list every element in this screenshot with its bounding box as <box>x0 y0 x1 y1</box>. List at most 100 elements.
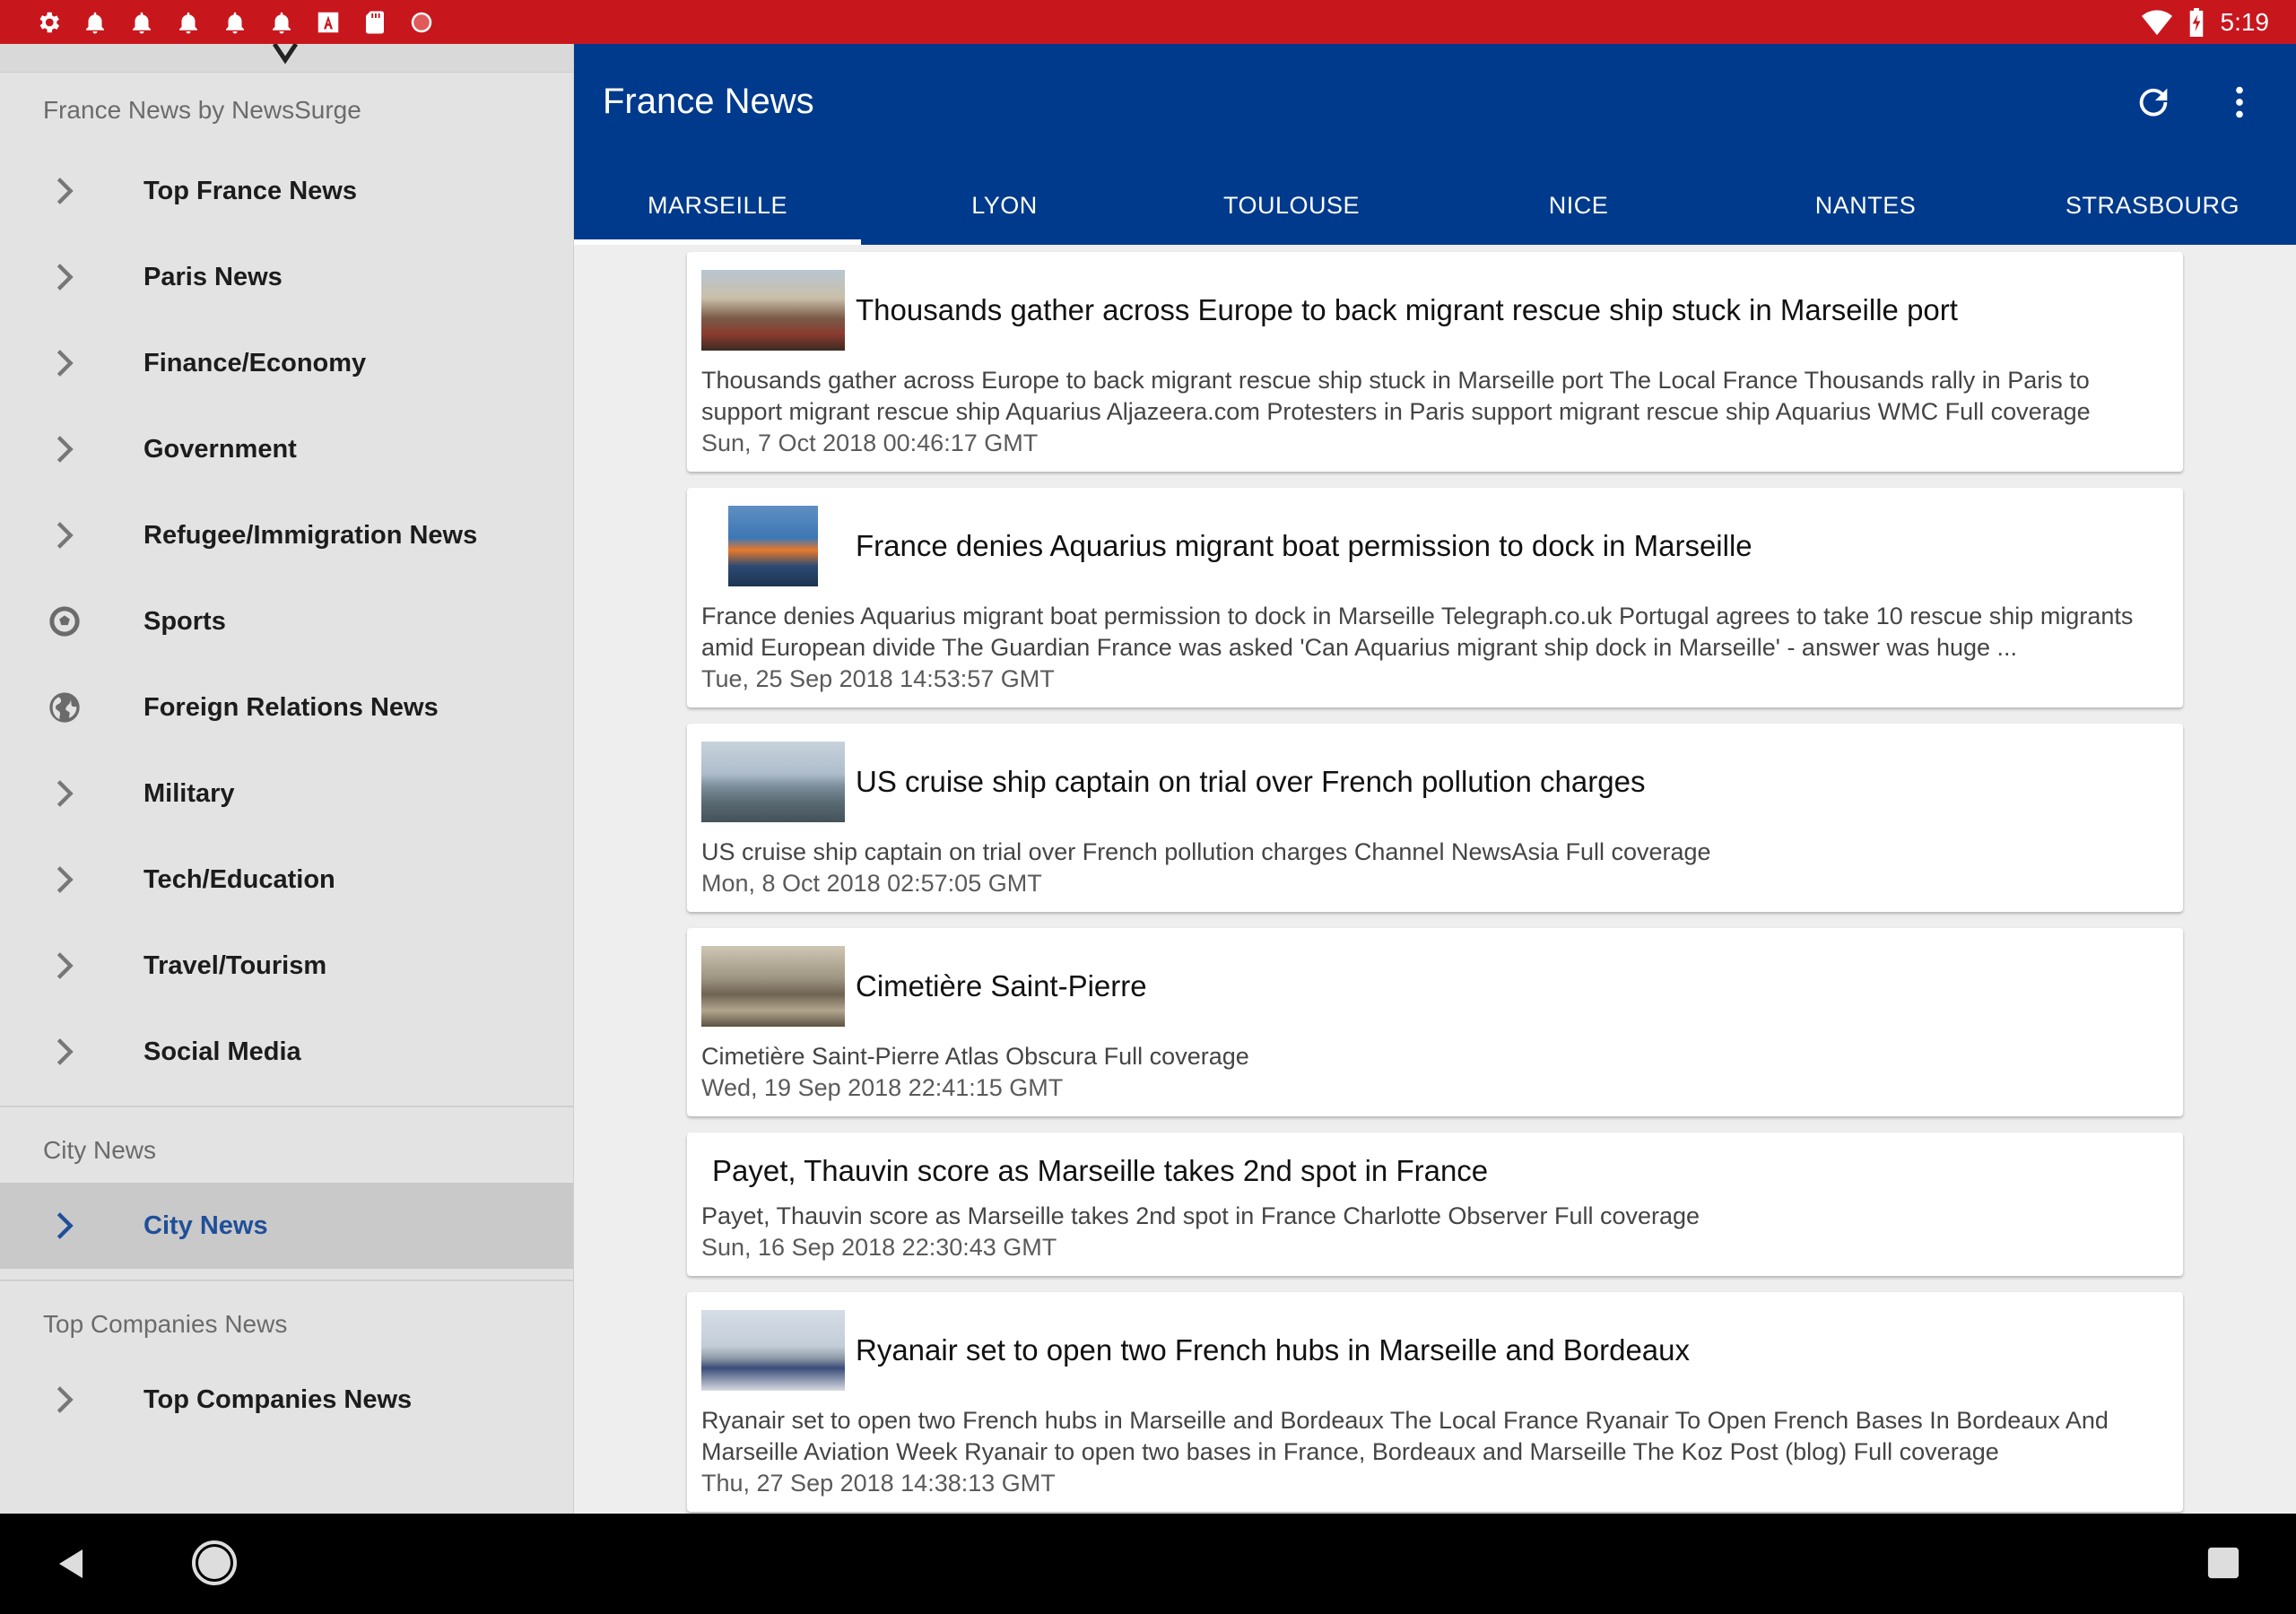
drawer-item-travel-tourism[interactable]: Travel/Tourism <box>0 923 573 1009</box>
tab-strasbourg[interactable]: STRASBOURG <box>2009 166 2296 245</box>
chevron-right-icon <box>43 169 86 213</box>
bell-icon <box>81 8 109 37</box>
drawer-item-social-media[interactable]: Social Media <box>0 1009 573 1095</box>
article-thumbnail <box>701 270 845 351</box>
drawer-divider <box>0 1106 573 1107</box>
refresh-icon[interactable] <box>2133 82 2174 123</box>
drawer-section-city: City News <box>43 1136 157 1164</box>
chevron-down-icon[interactable] <box>269 44 301 67</box>
news-card[interactable]: US cruise ship captain on trial over Fre… <box>687 724 2183 912</box>
article-date: Wed, 19 Sep 2018 22:41:15 GMT <box>701 1074 1064 1101</box>
news-card[interactable]: France denies Aquarius migrant boat perm… <box>687 488 2183 707</box>
drawer-item-label: Sports <box>144 606 226 636</box>
drawer-item-label: Government <box>144 434 297 464</box>
article-title: France denies Aquarius migrant boat perm… <box>856 529 1752 563</box>
clock: 5:19 <box>2220 7 2270 36</box>
drawer-item-military[interactable]: Military <box>0 751 573 837</box>
system-nav-bar <box>0 1514 2296 1614</box>
drawer-item-label: Top Companies News <box>144 1384 413 1414</box>
chevron-right-icon <box>43 514 86 557</box>
drawer-item-finance-economy[interactable]: Finance/Economy <box>0 320 573 406</box>
bell-icon <box>127 8 156 37</box>
tab-lyon[interactable]: LYON <box>861 166 1148 245</box>
article-title: Thousands gather across Europe to back m… <box>856 293 1958 327</box>
chevron-right-icon <box>43 342 86 385</box>
article-thumbnail <box>701 1310 845 1391</box>
news-card[interactable]: Thousands gather across Europe to back m… <box>687 252 2183 472</box>
article-thumbnail <box>728 506 818 586</box>
globe-icon <box>43 686 86 729</box>
drawer-item-refugee-immigration-news[interactable]: Refugee/Immigration News <box>0 492 573 578</box>
recents-icon[interactable] <box>2206 1546 2240 1580</box>
article-title: Payet, Thauvin score as Marseille takes … <box>712 1154 1489 1188</box>
drawer-item-label: Finance/Economy <box>144 348 367 377</box>
article-date: Sun, 7 Oct 2018 00:46:17 GMT <box>701 430 1039 456</box>
article-date: Tue, 25 Sep 2018 14:53:57 GMT <box>701 665 1055 692</box>
article-date: Mon, 8 Oct 2018 02:57:05 GMT <box>701 870 1042 897</box>
drawer-item-label: Foreign Relations News <box>144 692 439 722</box>
drawer-item-label: Social Media <box>144 1037 301 1066</box>
drawer-item-top-france-news[interactable]: Top France News <box>0 148 573 234</box>
article-summary: Cimetière Saint-Pierre Atlas Obscura Ful… <box>701 1043 1249 1070</box>
tab-nantes[interactable]: NANTES <box>1722 166 2009 245</box>
drawer-item-label: Military <box>144 778 235 808</box>
bell-icon <box>221 8 249 37</box>
drawer-item-foreign-relations-news[interactable]: Foreign Relations News <box>0 664 573 751</box>
app-bar: France News MARSEILLE LYON TOULOUSE NICE NAN… <box>574 44 2296 245</box>
article-thumbnail <box>701 946 845 1027</box>
chevron-right-icon <box>43 1378 86 1421</box>
article-summary: France denies Aquarius migrant boat perm… <box>701 603 2134 661</box>
font-a-icon <box>314 8 343 37</box>
news-card[interactable]: Ryanair set to open two French hubs in M… <box>687 1292 2183 1512</box>
article-summary: US cruise ship captain on trial over Fre… <box>701 838 1711 865</box>
tab-nice[interactable]: NICE <box>1435 166 1722 245</box>
record-icon <box>407 8 436 37</box>
drawer-section-companies: Top Companies News <box>43 1310 288 1338</box>
back-icon[interactable] <box>54 1546 90 1582</box>
article-title: US cruise ship captain on trial over Fre… <box>856 765 1646 799</box>
system-status: 5:19 <box>2141 7 2270 37</box>
drawer-item-label: Refugee/Immigration News <box>144 520 478 550</box>
drawer-item-label: Top France News <box>144 176 357 205</box>
drawer-item-sports[interactable]: Sports <box>0 578 573 664</box>
article-summary: Payet, Thauvin score as Marseille takes … <box>701 1202 1700 1229</box>
article-title: Ryanair set to open two French hubs in M… <box>856 1333 1691 1367</box>
news-card[interactable]: Payet, Thauvin score as Marseille takes … <box>687 1132 2183 1276</box>
soccer-ball-icon <box>43 600 86 643</box>
tab-toulouse[interactable]: TOULOUSE <box>1148 166 1435 245</box>
status-bar: 5:19 <box>0 0 2296 44</box>
drawer-divider <box>0 1280 573 1281</box>
drawer-item-city-news[interactable]: City News <box>0 1183 573 1269</box>
drawer-item-paris-news[interactable]: Paris News <box>0 234 573 320</box>
city-tabs: MARSEILLE LYON TOULOUSE NICE NANTES STRASBOUR… <box>574 166 2296 245</box>
article-summary: Ryanair set to open two French hubs in M… <box>701 1407 2109 1465</box>
drawer-header-strip <box>0 44 573 73</box>
battery-charging-icon <box>2189 7 2203 37</box>
wifi-icon <box>2141 9 2172 35</box>
chevron-right-icon <box>43 256 86 299</box>
news-feed[interactable]: Thousands gather across Europe to back m… <box>574 245 2296 1514</box>
tab-marseille[interactable]: MARSEILLE <box>574 166 861 245</box>
bell-icon <box>174 8 203 37</box>
drawer-section-title: France News by NewsSurge <box>43 96 361 124</box>
drawer-item-tech-education[interactable]: Tech/Education <box>0 837 573 923</box>
article-summary: Thousands gather across Europe to back m… <box>701 367 2091 425</box>
drawer-item-top-companies-news[interactable]: Top Companies News <box>0 1357 573 1443</box>
article-title: Cimetière Saint-Pierre <box>856 969 1147 1003</box>
notification-icons <box>34 8 436 37</box>
chevron-right-icon <box>43 772 86 815</box>
app-title: France News <box>603 82 814 121</box>
drawer-item-government[interactable]: Government <box>0 406 573 492</box>
drawer-item-label: Paris News <box>144 262 283 291</box>
article-thumbnail <box>701 742 845 822</box>
chevron-right-icon <box>43 1030 86 1073</box>
news-card[interactable]: Cimetière Saint-Pierre Cimetière Saint-Pi… <box>687 928 2183 1116</box>
sd-card-icon <box>361 8 389 37</box>
chevron-right-icon <box>43 858 86 901</box>
drawer-item-label: City News <box>144 1210 268 1240</box>
drawer-item-label: Tech/Education <box>144 864 335 894</box>
more-vert-icon[interactable] <box>2219 82 2260 123</box>
bell-icon <box>267 8 296 37</box>
home-icon[interactable] <box>190 1539 239 1587</box>
article-date: Thu, 27 Sep 2018 14:38:13 GMT <box>701 1470 1056 1497</box>
